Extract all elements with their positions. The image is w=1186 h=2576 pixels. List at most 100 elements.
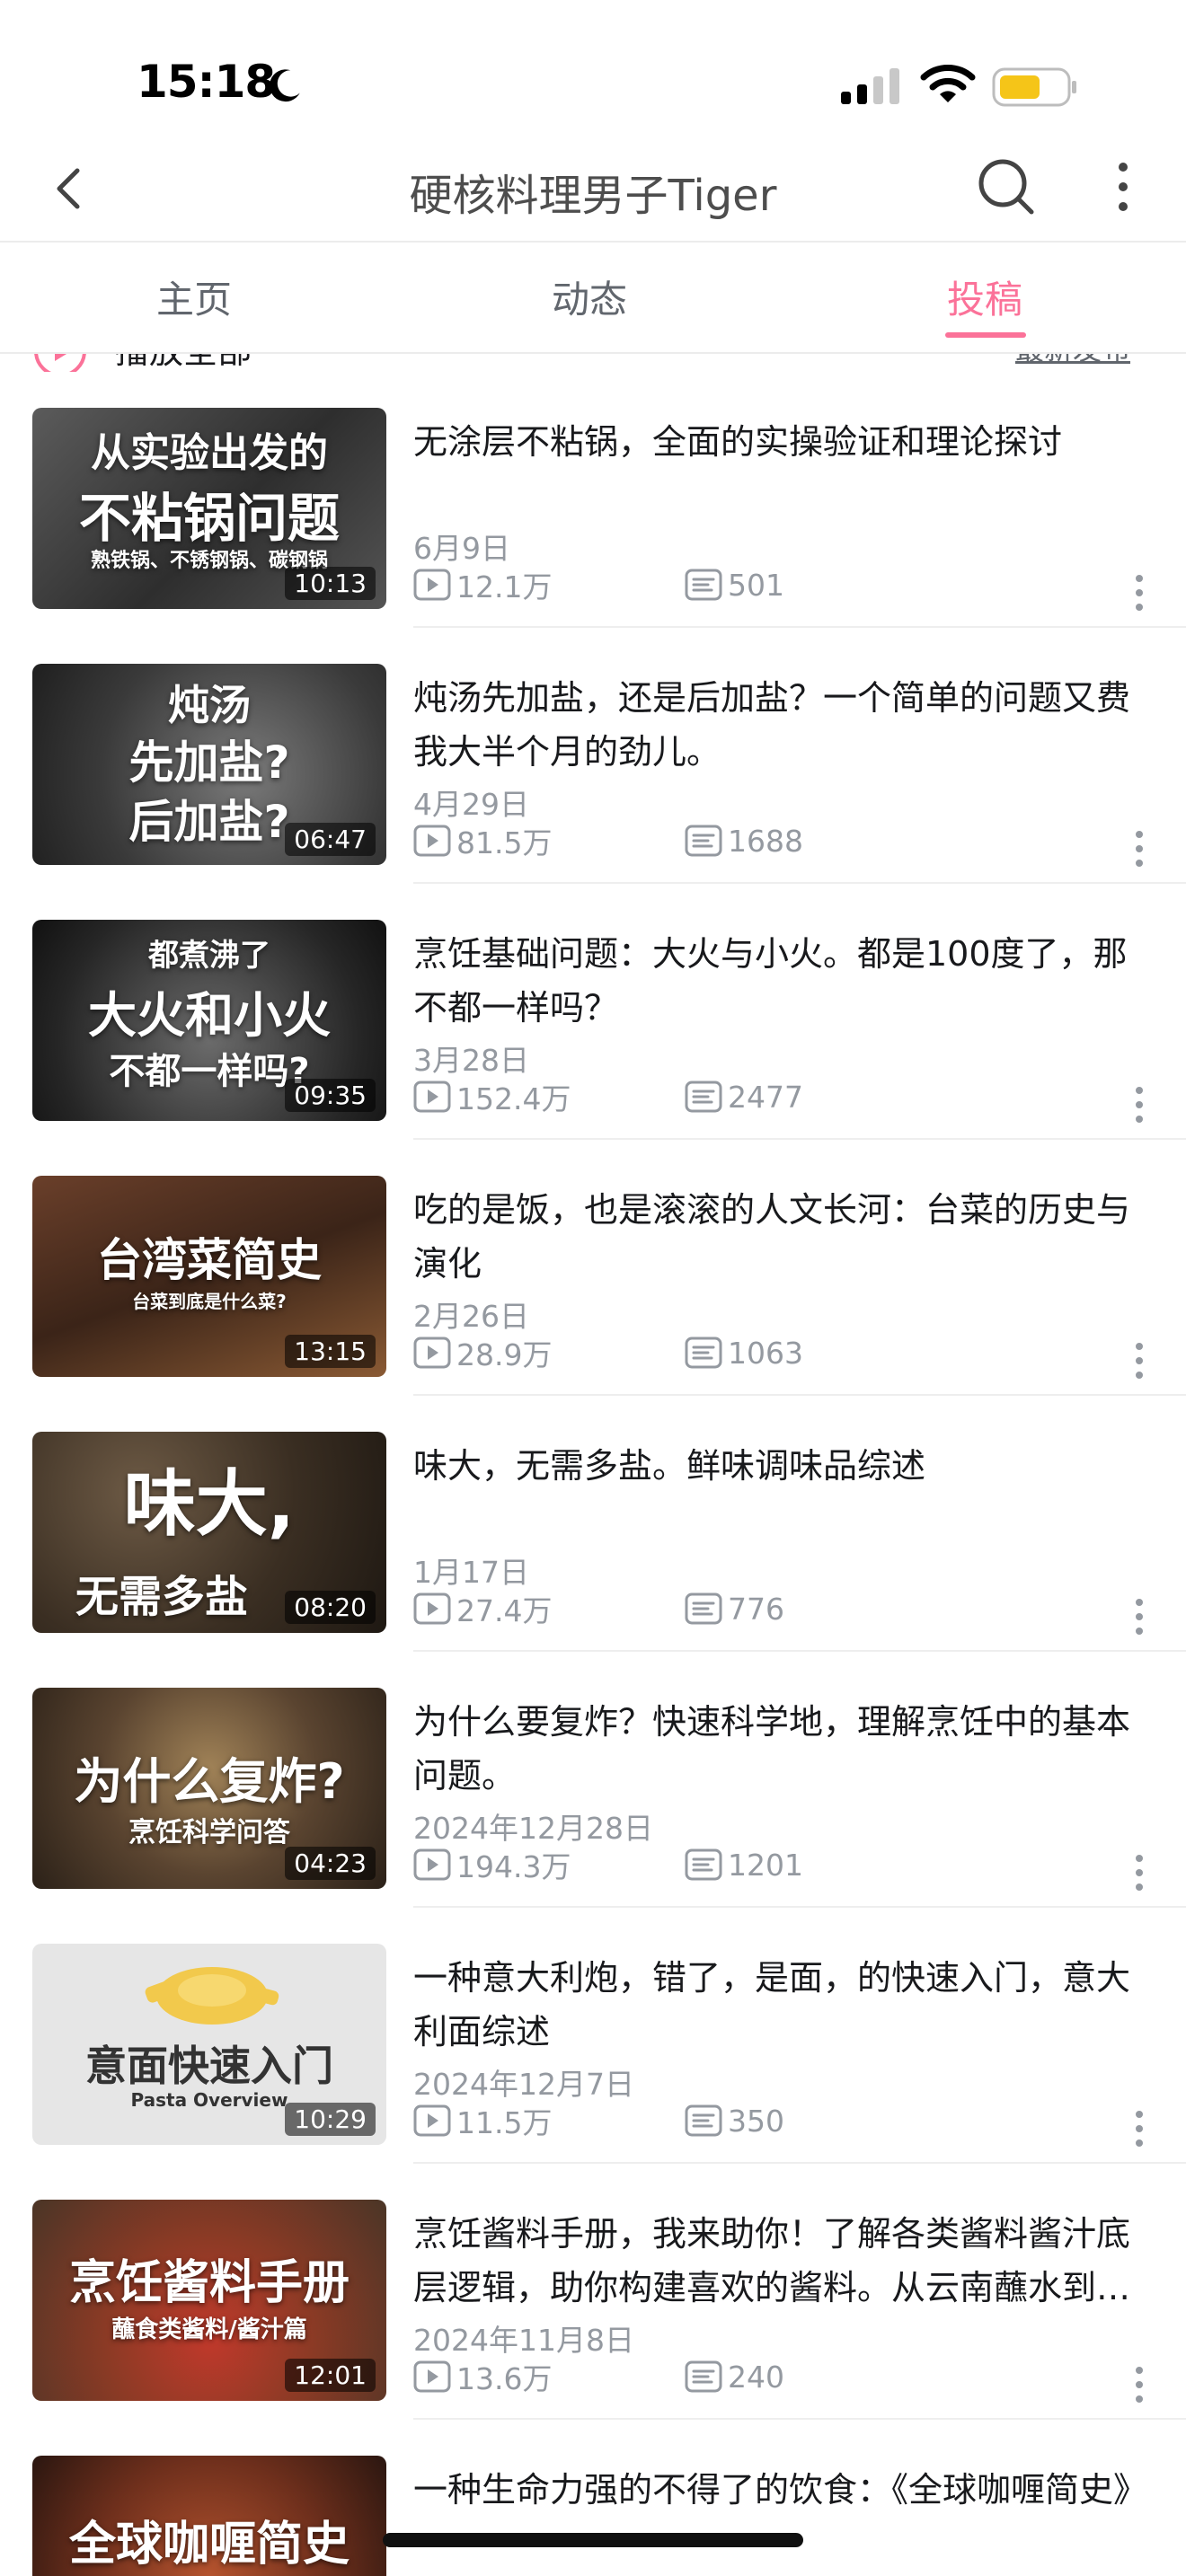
tab-home[interactable]: 主页 — [156, 269, 232, 324]
danmaku-count: 240 — [685, 2357, 784, 2396]
item-menu-icon[interactable] — [1125, 1595, 1154, 1638]
thumbnail-caption: 台湾菜简史 — [97, 1234, 322, 1286]
view-count: 81.5万 — [413, 821, 552, 860]
video-thumbnail[interactable]: 台湾菜简史 台菜到底是什么菜? 13:15 — [32, 1176, 386, 1377]
video-duration: 10:13 — [285, 567, 376, 600]
list-header: 播放全部 最新发布 — [0, 354, 1186, 372]
wifi-icon — [920, 65, 976, 102]
video-thumbnail[interactable]: 烹饪酱料手册 蘸食类酱料/酱汁篇 12:01 — [32, 2200, 386, 2401]
view-count: 12.1万 — [413, 565, 552, 604]
item-menu-icon[interactable] — [1125, 571, 1154, 614]
view-count: 13.6万 — [413, 2357, 552, 2396]
video-title[interactable]: 一种生命力强的不得了的饮食：《全球咖喱简史》 — [413, 2463, 1150, 2517]
video-list: 从实验出发的 不粘锅问题 熟铁锅、不锈钢锅、碳钢锅 10:13 无涂层不粘锅，全… — [0, 372, 1186, 2576]
video-item[interactable]: 炖汤 先加盐? 后加盐? 06:47 炖汤先加盐，还是后加盐？一个简单的问题又费… — [0, 628, 1186, 884]
video-date: 6月9日 — [413, 531, 510, 566]
video-thumbnail[interactable]: 从实验出发的 不粘锅问题 熟铁锅、不锈钢锅、碳钢锅 10:13 — [32, 408, 386, 609]
view-count-value: 81.5万 — [456, 825, 553, 860]
tab-uploads[interactable]: 投稿 — [947, 269, 1022, 324]
home-indicator — [383, 2533, 803, 2547]
video-title[interactable]: 无涂层不粘锅，全面的实操验证和理论探讨 — [413, 415, 1150, 469]
view-count-value: 12.1万 — [456, 569, 553, 604]
back-icon[interactable] — [36, 154, 104, 223]
video-date: 3月28日 — [413, 1043, 529, 1078]
view-count: 27.4万 — [413, 1589, 552, 1628]
video-thumbnail[interactable]: 全球咖喱简史 — [32, 2456, 386, 2576]
video-date: 2024年12月7日 — [413, 2067, 634, 2102]
thumbnail-caption: 全球咖喱简史 — [68, 2518, 350, 2572]
view-count: 152.4万 — [413, 1077, 571, 1116]
thumbnail-caption: 味大, — [123, 1462, 296, 1546]
video-title[interactable]: 味大，无需多盐。鲜味调味品综述 — [413, 1439, 1150, 1493]
video-title[interactable]: 烹饪酱料手册，我来助你！了解各类酱料酱汁底层逻辑，助你构建喜欢的酱料。从云南蘸水… — [413, 2207, 1150, 2315]
video-date: 2024年11月8日 — [413, 2323, 634, 2358]
video-duration: 13:15 — [285, 1335, 376, 1368]
status-time: 15:18 — [137, 56, 276, 108]
video-item[interactable]: 从实验出发的 不粘锅问题 熟铁锅、不锈钢锅、碳钢锅 10:13 无涂层不粘锅，全… — [0, 372, 1186, 628]
video-title[interactable]: 一种意大利炮，错了，是面，的快速入门，意大利面综述 — [413, 1951, 1150, 2059]
play-count-icon — [413, 1337, 451, 1369]
play-count-icon — [413, 1592, 451, 1625]
danmaku-icon — [685, 2360, 722, 2393]
video-item[interactable]: 为什么复炸? 烹饪科学问答 04:23 为什么要复炸？快速科学地，理解烹饪中的基… — [0, 1652, 1186, 1908]
video-item[interactable]: 意面快速入门 Pasta Overview 10:29 一种意大利炮，错了，是面… — [0, 1908, 1186, 2164]
danmaku-count: 2477 — [685, 1077, 803, 1116]
danmaku-icon — [685, 1592, 722, 1625]
video-title[interactable]: 为什么要复炸？快速科学地，理解烹饪中的基本问题。 — [413, 1695, 1150, 1803]
danmaku-count: 501 — [685, 565, 784, 604]
video-item[interactable]: 全球咖喱简史 一种生命力强的不得了的饮食：《全球咖喱简史》 — [0, 2420, 1186, 2576]
danmaku-icon — [685, 1081, 722, 1113]
thumbnail-caption: 大火和小火 — [88, 987, 331, 1044]
video-item[interactable]: 台湾菜简史 台菜到底是什么菜? 13:15 吃的是饭，也是滚滚的人文长河：台菜的… — [0, 1140, 1186, 1396]
play-count-icon — [413, 2104, 451, 2137]
video-thumbnail[interactable]: 都煮沸了 大火和小火 不都一样吗? 09:35 — [32, 920, 386, 1121]
video-title[interactable]: 吃的是饭，也是滚滚的人文长河：台菜的历史与演化 — [413, 1183, 1150, 1291]
video-thumbnail[interactable]: 为什么复炸? 烹饪科学问答 04:23 — [32, 1688, 386, 1889]
danmaku-count-value: 1063 — [728, 1335, 803, 1371]
tab-bar: 主页 动态 投稿 — [0, 243, 1186, 352]
thumbnail-caption: 不粘锅问题 — [78, 488, 340, 549]
item-menu-icon[interactable] — [1125, 2363, 1154, 2406]
view-count-value: 28.9万 — [456, 1337, 553, 1372]
video-duration: 09:35 — [285, 1079, 376, 1112]
item-menu-icon[interactable] — [1125, 1083, 1154, 1126]
battery-icon — [992, 67, 1076, 107]
video-duration: 08:20 — [285, 1591, 376, 1624]
moon-icon — [270, 69, 300, 102]
video-thumbnail[interactable]: 炖汤 先加盐? 后加盐? 06:47 — [32, 664, 386, 865]
video-item[interactable]: 烹饪酱料手册 蘸食类酱料/酱汁篇 12:01 烹饪酱料手册，我来助你！了解各类酱… — [0, 2164, 1186, 2420]
danmaku-count-value: 1688 — [728, 823, 803, 859]
view-count: 194.3万 — [413, 1845, 571, 1884]
sort-label[interactable]: 最新发布 — [1015, 354, 1130, 368]
video-title[interactable]: 炖汤先加盐，还是后加盐？一个简单的问题又费我大半个月的劲儿。 — [413, 671, 1150, 779]
item-menu-icon[interactable] — [1125, 1339, 1154, 1382]
danmaku-icon — [685, 2104, 722, 2137]
video-title[interactable]: 烹饪基础问题：大火与小火。都是100度了，那不都一样吗？ — [413, 927, 1150, 1035]
danmaku-count-value: 776 — [728, 1591, 784, 1627]
view-count: 11.5万 — [413, 2101, 552, 2140]
video-duration: 10:29 — [285, 2103, 376, 2136]
thumbnail-caption: 从实验出发的 — [91, 430, 328, 476]
video-date: 2024年12月28日 — [413, 1811, 653, 1846]
search-icon[interactable] — [970, 151, 1042, 223]
item-menu-icon[interactable] — [1125, 2107, 1154, 2150]
danmaku-count-value: 240 — [728, 2359, 784, 2395]
video-item[interactable]: 都煮沸了 大火和小火 不都一样吗? 09:35 烹饪基础问题：大火与小火。都是1… — [0, 884, 1186, 1140]
play-all-label[interactable]: 播放全部 — [115, 354, 252, 372]
play-all-icon[interactable] — [32, 354, 88, 372]
more-options-icon[interactable] — [1096, 151, 1150, 223]
video-item[interactable]: 味大, 无需多盐 08:20 味大，无需多盐。鲜味调味品综述 1月17日 27.… — [0, 1396, 1186, 1652]
danmaku-count-value: 350 — [728, 2103, 784, 2139]
video-thumbnail[interactable]: 味大, 无需多盐 08:20 — [32, 1432, 386, 1633]
play-count-icon — [413, 825, 451, 857]
video-date: 1月17日 — [413, 1555, 529, 1590]
thumbnail-caption: 烹饪酱料手册 — [68, 2256, 350, 2310]
thumbnail-caption: 炖汤 — [168, 681, 251, 729]
status-bar: 15:18 — [0, 0, 1186, 135]
danmaku-count-value: 2477 — [728, 1079, 803, 1115]
video-duration: 12:01 — [285, 2359, 376, 2392]
item-menu-icon[interactable] — [1125, 827, 1154, 870]
tab-activity[interactable]: 动态 — [552, 269, 627, 324]
item-menu-icon[interactable] — [1125, 1851, 1154, 1894]
video-thumbnail[interactable]: 意面快速入门 Pasta Overview 10:29 — [32, 1944, 386, 2145]
